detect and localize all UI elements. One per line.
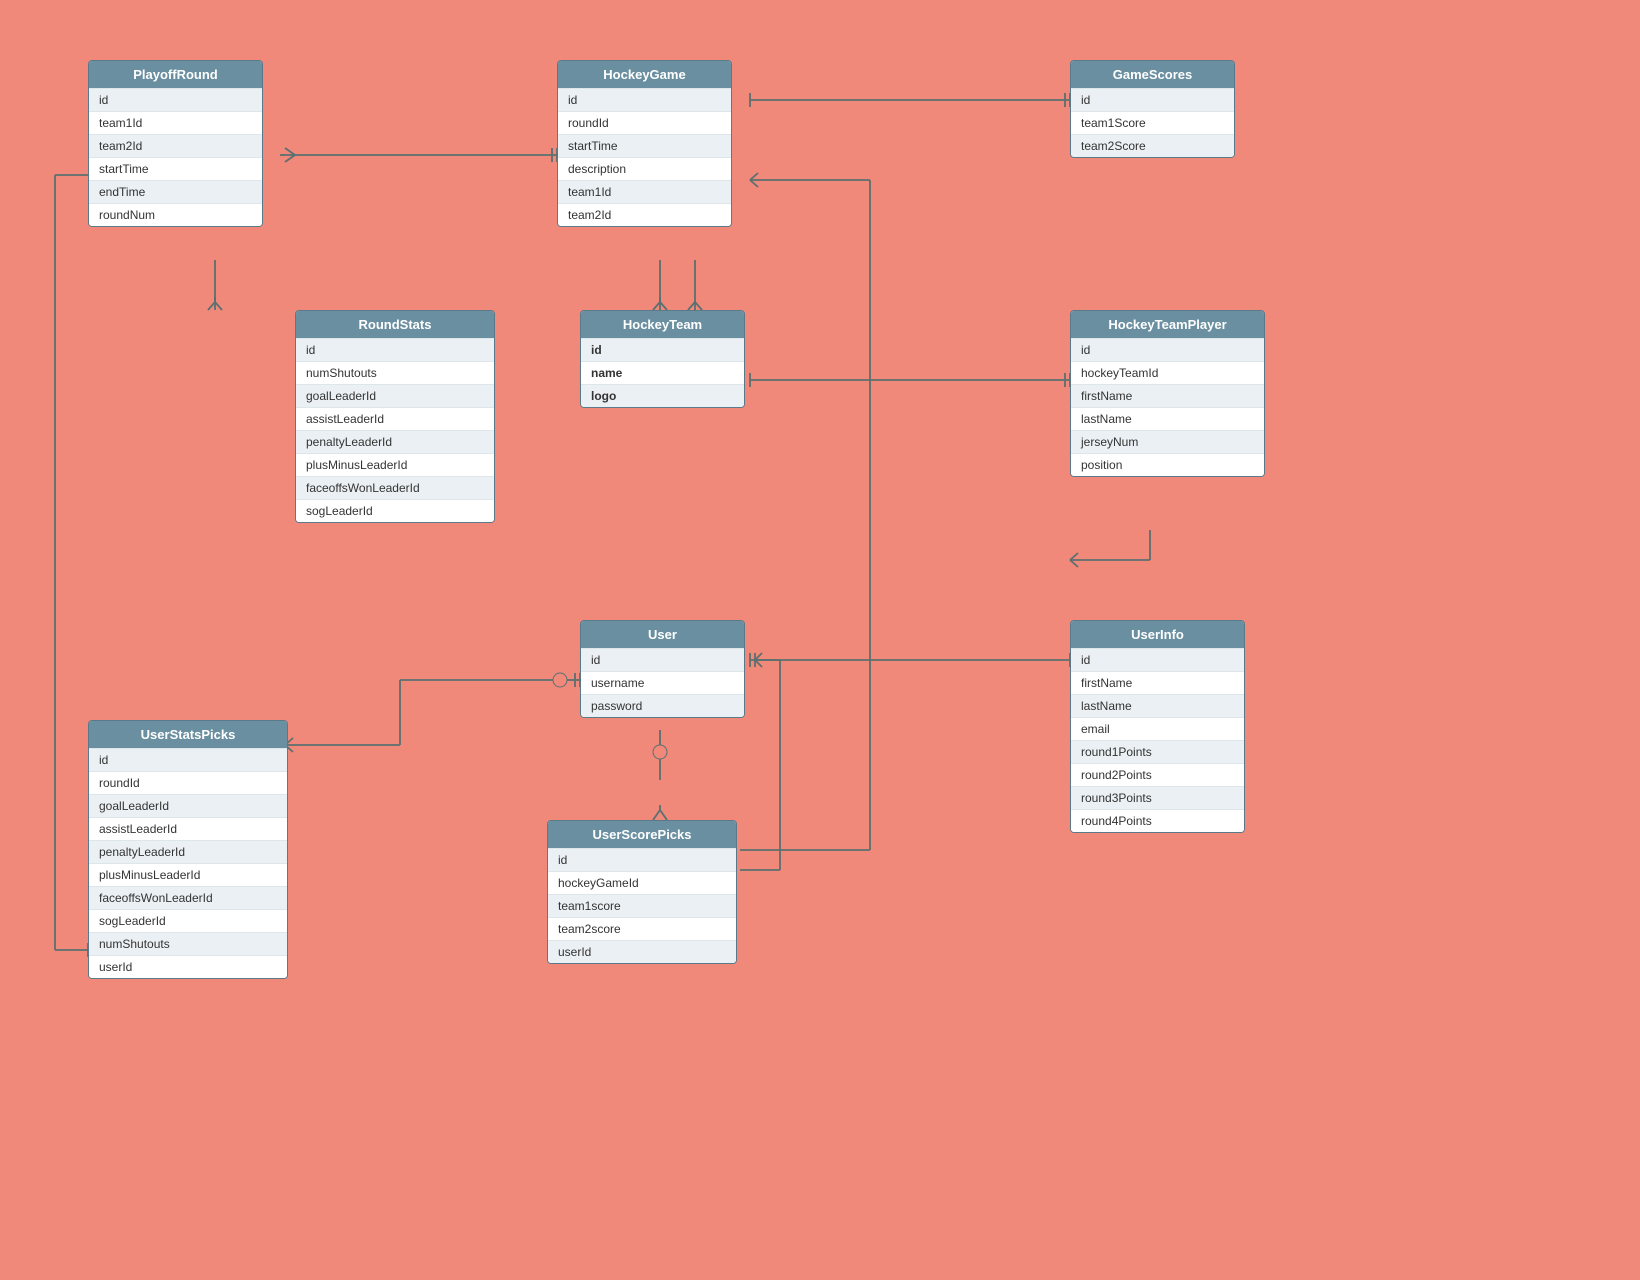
table-header-hockeyteam: HockeyTeam (581, 311, 744, 338)
table-row: jerseyNum (1071, 430, 1264, 453)
table-row: round1Points (1071, 740, 1244, 763)
table-row: numShutouts (89, 932, 287, 955)
table-roundstats: RoundStatsidnumShutoutsgoalLeaderIdassis… (295, 310, 495, 523)
table-row: startTime (89, 157, 262, 180)
table-row: penaltyLeaderId (89, 840, 287, 863)
table-row: team1Id (89, 111, 262, 134)
diagram-container: PlayoffRoundidteam1Idteam2IdstartTimeend… (0, 0, 1640, 1280)
table-row: penaltyLeaderId (296, 430, 494, 453)
table-row: id (548, 848, 736, 871)
table-row: numShutouts (296, 361, 494, 384)
table-header-hockeyteamplayer: HockeyTeamPlayer (1071, 311, 1264, 338)
table-header-gamescores: GameScores (1071, 61, 1234, 88)
table-row: id (581, 648, 744, 671)
table-userinfo: UserInfoidfirstNamelastNameemailround1Po… (1070, 620, 1245, 833)
table-row: id (1071, 338, 1264, 361)
table-row: team1Id (558, 180, 731, 203)
table-gamescores: GameScoresidteam1Scoreteam2Score (1070, 60, 1235, 158)
table-row: faceoffsWonLeaderId (89, 886, 287, 909)
table-header-userinfo: UserInfo (1071, 621, 1244, 648)
table-row: hockeyTeamId (1071, 361, 1264, 384)
table-row: hockeyGameId (548, 871, 736, 894)
table-row: userId (548, 940, 736, 963)
table-row: description (558, 157, 731, 180)
table-row: id (89, 88, 262, 111)
table-row: round3Points (1071, 786, 1244, 809)
table-header-roundstats: RoundStats (296, 311, 494, 338)
table-row: faceoffsWonLeaderId (296, 476, 494, 499)
table-row: lastName (1071, 694, 1244, 717)
table-row: name (581, 361, 744, 384)
table-row: team2Score (1071, 134, 1234, 157)
table-row: team1score (548, 894, 736, 917)
table-row: roundId (89, 771, 287, 794)
table-row: roundId (558, 111, 731, 134)
table-hockeygame: HockeyGameidroundIdstartTimedescriptiont… (557, 60, 732, 227)
table-row: assistLeaderId (89, 817, 287, 840)
table-header-user: User (581, 621, 744, 648)
table-hockeyteam: HockeyTeamidnamelogo (580, 310, 745, 408)
table-row: id (581, 338, 744, 361)
table-row: team2Id (558, 203, 731, 226)
table-row: team1Score (1071, 111, 1234, 134)
table-row: id (1071, 648, 1244, 671)
table-row: password (581, 694, 744, 717)
table-userstatspicks: UserStatsPicksidroundIdgoalLeaderIdassis… (88, 720, 288, 979)
table-header-hockeygame: HockeyGame (558, 61, 731, 88)
table-row: roundNum (89, 203, 262, 226)
table-row: lastName (1071, 407, 1264, 430)
table-row: team2Id (89, 134, 262, 157)
table-row: logo (581, 384, 744, 407)
table-row: sogLeaderId (89, 909, 287, 932)
table-row: id (558, 88, 731, 111)
table-row: plusMinusLeaderId (89, 863, 287, 886)
table-playoffround: PlayoffRoundidteam1Idteam2IdstartTimeend… (88, 60, 263, 227)
table-header-userstatspicks: UserStatsPicks (89, 721, 287, 748)
table-row: email (1071, 717, 1244, 740)
table-row: username (581, 671, 744, 694)
table-header-playoffround: PlayoffRound (89, 61, 262, 88)
table-row: id (296, 338, 494, 361)
table-row: id (1071, 88, 1234, 111)
table-row: startTime (558, 134, 731, 157)
table-row: endTime (89, 180, 262, 203)
table-row: firstName (1071, 671, 1244, 694)
table-row: firstName (1071, 384, 1264, 407)
table-row: id (89, 748, 287, 771)
table-row: round2Points (1071, 763, 1244, 786)
table-row: goalLeaderId (89, 794, 287, 817)
table-row: plusMinusLeaderId (296, 453, 494, 476)
table-userscorepicks: UserScorePicksidhockeyGameIdteam1scorete… (547, 820, 737, 964)
table-row: goalLeaderId (296, 384, 494, 407)
table-header-userscorepicks: UserScorePicks (548, 821, 736, 848)
table-row: position (1071, 453, 1264, 476)
table-row: team2score (548, 917, 736, 940)
table-row: round4Points (1071, 809, 1244, 832)
table-row: sogLeaderId (296, 499, 494, 522)
table-row: userId (89, 955, 287, 978)
table-user: Useridusernamepassword (580, 620, 745, 718)
table-row: assistLeaderId (296, 407, 494, 430)
table-hockeyteamplayer: HockeyTeamPlayeridhockeyTeamIdfirstNamel… (1070, 310, 1265, 477)
